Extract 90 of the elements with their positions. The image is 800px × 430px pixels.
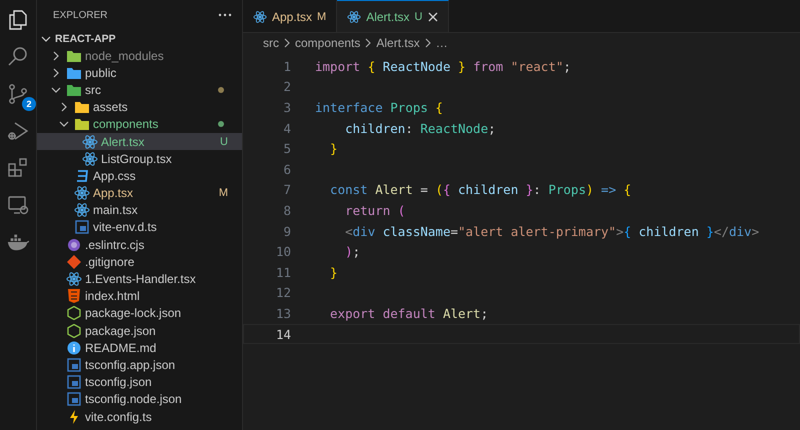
line-number: 12: [274, 285, 291, 300]
line-number: 4: [282, 120, 291, 136]
close-icon[interactable]: [428, 12, 438, 22]
info-icon: [66, 340, 82, 355]
chevron-down-icon: [59, 119, 69, 130]
tree-item[interactable]: ListGroup.tsx: [37, 150, 242, 168]
tree-item[interactable]: index.html: [37, 288, 242, 305]
line-number: 13: [274, 306, 291, 321]
breadcrumb[interactable]: src: [263, 36, 279, 50]
tree-item[interactable]: vite-env.d.ts: [37, 218, 242, 236]
chevron-right-icon: [51, 50, 61, 61]
line-number: 7: [282, 182, 291, 198]
tree-item[interactable]: 1.Events-Handler.tsx: [37, 270, 242, 288]
folder-icon: [66, 48, 82, 63]
atom-icon: [82, 134, 98, 149]
folder-icon: [66, 82, 82, 97]
tree-item[interactable]: Alert.tsx U: [37, 132, 242, 150]
tree-item[interactable]: README.md: [37, 339, 242, 356]
tree-item[interactable]: App.css: [37, 167, 242, 184]
chevron-down-icon: [41, 34, 51, 44]
count-badge: 2: [22, 97, 36, 111]
tree-item[interactable]: public: [37, 64, 242, 82]
line-number: 14: [274, 326, 291, 342]
line-number: 11: [274, 264, 291, 280]
breadcrumb[interactable]: …: [436, 36, 448, 50]
chevron-right-icon: [364, 38, 372, 48]
code-line: const Alert = ({ children }: Props) => {: [329, 182, 632, 198]
more-icon[interactable]: [218, 13, 232, 17]
code-line: }: [329, 264, 338, 280]
tree-item[interactable]: tsconfig.node.json: [37, 390, 242, 408]
file-icon: [66, 392, 82, 406]
line-number: 8: [282, 202, 291, 218]
atom-icon: [347, 10, 362, 24]
atom-icon: [74, 186, 90, 200]
code-line: );: [344, 244, 360, 260]
atom-icon: [74, 203, 90, 218]
chevron-right-icon: [51, 68, 61, 78]
line-number: 6: [282, 162, 291, 177]
code-line: export default Alert;: [329, 306, 488, 321]
css-icon: [74, 168, 90, 183]
tree-item[interactable]: package.json: [37, 322, 242, 340]
line-number: 9: [282, 224, 291, 239]
file-icon: [66, 375, 82, 390]
tree-item[interactable]: main.tsx: [37, 202, 242, 219]
tree-item[interactable]: App.tsx M: [37, 184, 242, 202]
tree-item[interactable]: .eslintrc.cjs: [37, 236, 242, 254]
line-number: 10: [274, 244, 291, 260]
tree-item[interactable]: .gitignore: [37, 253, 242, 270]
code-line: return (: [344, 202, 406, 218]
code-line: }: [329, 141, 338, 156]
line-number: 5: [282, 141, 291, 156]
chevron-right-icon: [424, 38, 432, 48]
shield-icon: [66, 289, 82, 304]
tree-item[interactable]: assets: [37, 98, 242, 116]
tree-item[interactable]: components: [37, 116, 242, 133]
code-line: <div className="alert alert-primary">{ children }</div>: [344, 224, 760, 239]
tree-item[interactable]: node_modules: [37, 47, 242, 64]
editor-tab[interactable]: Alert.tsx U: [337, 0, 448, 32]
tree-item[interactable]: tsconfig.app.json: [37, 356, 242, 374]
hexagon-icon: [66, 324, 82, 338]
line-number: 3: [282, 100, 291, 115]
code-line: import { ReactNode } from "react";: [315, 58, 571, 74]
diamond-icon: [66, 254, 82, 269]
source-control-icon[interactable]: [6, 82, 30, 106]
circle-icon: [66, 238, 82, 252]
chevron-right-icon: [283, 38, 291, 48]
explorer-title: EXPLORER: [53, 10, 108, 20]
breadcrumb[interactable]: Alert.tsx: [376, 36, 420, 50]
code-line: children: ReactNode;: [344, 120, 496, 136]
hexagon-icon: [66, 306, 82, 320]
git-status: M: [218, 187, 228, 200]
file-icon: [74, 220, 90, 234]
file-icon: [66, 358, 82, 372]
chevron-right-icon: [59, 102, 69, 112]
project-root[interactable]: REACT-APP: [37, 30, 242, 47]
line-number: 2: [282, 79, 291, 94]
atom-icon: [253, 10, 267, 24]
chevron-down-icon: [51, 84, 61, 95]
code-line: interface Props {: [315, 100, 443, 115]
tree-item[interactable]: vite.config.ts: [37, 408, 242, 426]
folder-icon: [74, 100, 90, 114]
tree-item[interactable]: src: [37, 81, 242, 99]
atom-icon: [66, 272, 82, 286]
line-number: 1: [282, 58, 291, 74]
tree-item[interactable]: tsconfig.json: [37, 374, 242, 391]
folder-icon: [66, 66, 82, 80]
atom-icon: [82, 152, 98, 166]
git-status: U: [220, 136, 228, 148]
breadcrumb[interactable]: components: [295, 36, 360, 50]
tree-item[interactable]: package-lock.json: [37, 304, 242, 322]
